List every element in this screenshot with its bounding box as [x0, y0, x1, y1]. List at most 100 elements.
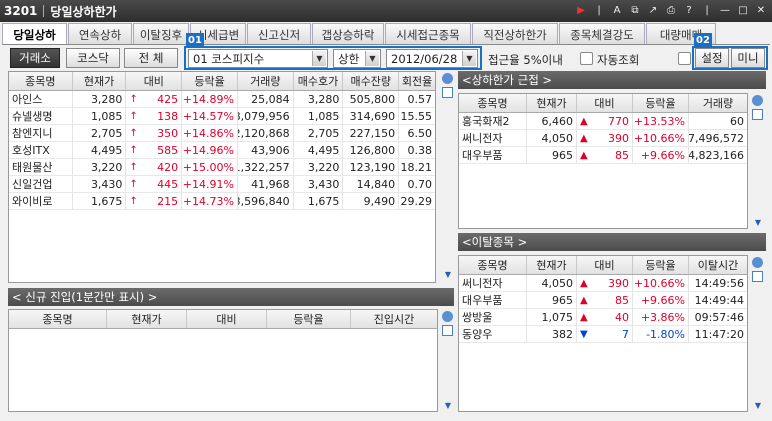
- settings-button[interactable]: 설정: [695, 48, 729, 68]
- stock-name: 동양우: [459, 326, 527, 342]
- col-name[interactable]: 종목명: [459, 256, 527, 274]
- stock-volume: 1,322,257: [238, 159, 294, 175]
- date-picker[interactable]: 2012/06/28 ▼: [386, 49, 478, 68]
- table-row[interactable]: 슈넬생명 1,085 ↑ 138 +14.57% 8,079,956 1,085 314,69…: [9, 108, 435, 125]
- col-entry-time[interactable]: 진입시간: [351, 310, 437, 328]
- new-entry-title: < 신규 진입(1분간만 표시) >: [8, 288, 454, 306]
- table-row[interactable]: 와이비로 1,675 ↑ 215 +14.73% 3,596,840 1,675 9,490 2…: [9, 193, 435, 210]
- table-row[interactable]: 써니전자 4,050 ▲ 390 +10.66% 7,496,572: [459, 130, 747, 147]
- help-icon[interactable]: ?: [682, 3, 696, 17]
- table-row[interactable]: 대우부품 965 ▲ 85 +9.66% 14:49:44: [459, 292, 747, 309]
- col-price[interactable]: 현재가: [527, 256, 577, 274]
- tab-prev-limit[interactable]: 직전상하한가: [472, 23, 558, 45]
- market-exchange-button[interactable]: 거래소: [10, 48, 60, 68]
- scroll-down-icon[interactable]: ▼: [753, 402, 763, 410]
- table-row[interactable]: 호성ITX 4,495 ↑ 585 +14.96% 43,906 4,495 126,800 0…: [9, 142, 435, 159]
- break-time: 09:57:46: [694, 310, 744, 324]
- add-icon[interactable]: [752, 271, 763, 282]
- scroll-down-icon[interactable]: ▼: [443, 402, 453, 410]
- tab-breakaway[interactable]: 이탈징후: [133, 23, 189, 45]
- col-diff[interactable]: 대비: [577, 256, 633, 274]
- index-select-value: 01 코스피지수: [193, 51, 265, 66]
- refresh-icon[interactable]: [752, 95, 763, 106]
- up-triangle-icon: ▲: [580, 277, 588, 289]
- col-bid[interactable]: 매수호가: [294, 72, 344, 90]
- screen-code: 3201: [4, 4, 38, 18]
- col-name[interactable]: 종목명: [9, 72, 73, 90]
- col-name[interactable]: 종목명: [459, 94, 527, 112]
- col-rate[interactable]: 등락율: [267, 310, 351, 328]
- up-triangle-icon: ▲: [580, 132, 588, 144]
- stock-volume: 2,120,868: [238, 125, 294, 141]
- limit-select[interactable]: 상한 ▼: [333, 49, 381, 68]
- tab-new-high-low[interactable]: 신고신저: [247, 23, 311, 45]
- index-select[interactable]: 01 코스피지수 ▼: [188, 49, 328, 68]
- scroll-down-icon[interactable]: ▼: [753, 219, 763, 227]
- tab-daily-limit[interactable]: 당일상하: [2, 23, 67, 45]
- col-name[interactable]: 종목명: [9, 310, 107, 328]
- table-row[interactable]: 홍국화재2 6,460 ▲ 770 +13.53% 60: [459, 113, 747, 130]
- main-table-side: ▼: [442, 71, 454, 283]
- tab-gap[interactable]: 갭상승하락: [312, 23, 384, 45]
- stock-bid-qty: 505,800: [343, 91, 400, 107]
- refresh-icon[interactable]: [442, 311, 453, 322]
- stock-turnover: 29.29: [400, 194, 432, 208]
- col-volume[interactable]: 거래량: [689, 94, 747, 112]
- col-break-time[interactable]: 이탈시간: [689, 256, 747, 274]
- table-row[interactable]: 참엔지니 2,705 ↑ 350 +14.86% 2,120,868 2,705 227,15…: [9, 125, 435, 142]
- tab-consecutive[interactable]: 연속상하: [68, 23, 132, 45]
- col-volume[interactable]: 거래량: [238, 72, 294, 90]
- auto-refresh-checkbox[interactable]: [580, 52, 593, 65]
- maximize-icon[interactable]: □: [736, 3, 750, 17]
- table-row[interactable]: 태원물산 3,220 ↑ 420 +15.00% 1,322,257 3,220 123,19…: [9, 159, 435, 176]
- table-row[interactable]: 아인스 3,280 ↑ 425 +14.89% 25,084 3,280 505,800 0.5…: [9, 91, 435, 108]
- col-bid-qty[interactable]: 매수잔량: [343, 72, 400, 90]
- font-icon[interactable]: A: [610, 3, 624, 17]
- close-icon[interactable]: ✕: [754, 3, 768, 17]
- option-checkbox[interactable]: [678, 52, 691, 65]
- col-diff[interactable]: 대비: [126, 72, 183, 90]
- stock-price: 2,705: [73, 125, 127, 141]
- stock-diff-value: 85: [615, 293, 629, 307]
- add-icon[interactable]: [442, 87, 453, 98]
- table-row[interactable]: 대우부품 965 ▲ 85 +9.66% 4,823,166: [459, 147, 747, 164]
- play-icon[interactable]: ▶: [574, 3, 588, 17]
- popout-icon[interactable]: ↗: [646, 3, 660, 17]
- table-row[interactable]: 써니전자 4,050 ▲ 390 +10.66% 14:49:56: [459, 275, 747, 292]
- window-link-icon[interactable]: ⧉: [628, 3, 642, 17]
- tab-price-approach[interactable]: 시세접근종목: [385, 23, 471, 45]
- market-all-button[interactable]: 전 체: [124, 48, 178, 68]
- col-price[interactable]: 현재가: [527, 94, 577, 112]
- col-price[interactable]: 현재가: [107, 310, 187, 328]
- table-row[interactable]: 신일건업 3,430 ↑ 445 +14.91% 41,968 3,430 14,840 0.7…: [9, 176, 435, 193]
- mini-button[interactable]: 미니: [731, 48, 765, 68]
- col-diff[interactable]: 대비: [577, 94, 633, 112]
- table-row[interactable]: 쌍방울 1,075 ▲ 40 +3.86% 09:57:46: [459, 309, 747, 326]
- stock-name: 아인스: [9, 91, 73, 107]
- chevron-down-icon[interactable]: ▼: [312, 51, 326, 66]
- up-arrow-icon: ↑: [129, 110, 138, 122]
- stock-name: 쌍방울: [459, 309, 527, 325]
- table-row[interactable]: 동양우 382 ▼ 7 -1.80% 11:47:20: [459, 326, 747, 343]
- col-rate[interactable]: 등락율: [182, 72, 238, 90]
- new-entry-side: ▼: [442, 309, 454, 412]
- col-rate[interactable]: 등락율: [633, 256, 689, 274]
- add-icon[interactable]: [752, 109, 763, 120]
- scroll-down-icon[interactable]: ▼: [443, 271, 453, 279]
- stock-name: 써니전자: [459, 275, 527, 291]
- col-rate[interactable]: 등락율: [633, 94, 689, 112]
- minimize-icon[interactable]: —: [718, 3, 732, 17]
- refresh-icon[interactable]: [752, 257, 763, 268]
- up-arrow-icon: ↑: [129, 178, 138, 190]
- chevron-down-icon[interactable]: ▼: [365, 51, 379, 66]
- tab-strength[interactable]: 종목체결강도: [559, 23, 645, 45]
- print-icon[interactable]: ⎙: [664, 3, 678, 17]
- title-icons: ▶ | A ⧉ ↗ ⎙ ? | — □ ✕: [574, 3, 768, 17]
- refresh-icon[interactable]: [442, 73, 453, 84]
- col-turnover[interactable]: 회전율: [399, 72, 435, 90]
- market-kosdaq-button[interactable]: 코스닥: [66, 48, 120, 68]
- calendar-dropdown-icon[interactable]: ▼: [462, 51, 476, 66]
- col-diff[interactable]: 대비: [187, 310, 267, 328]
- add-icon[interactable]: [442, 325, 453, 336]
- col-price[interactable]: 현재가: [73, 72, 127, 90]
